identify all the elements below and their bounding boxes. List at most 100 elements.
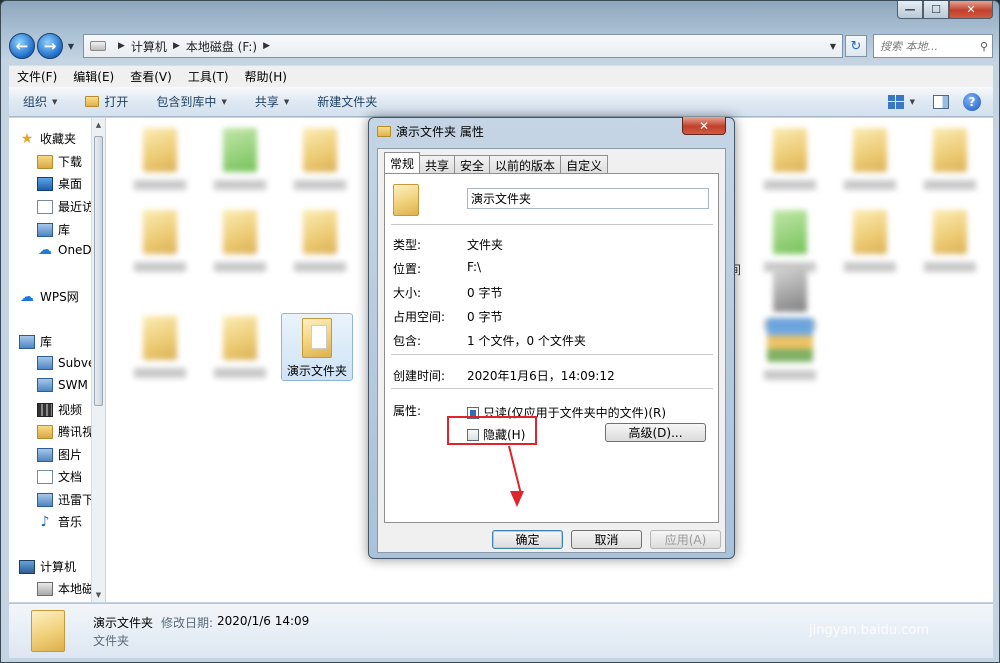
- file-item[interactable]: [918, 210, 982, 272]
- menu-edit[interactable]: 编辑(E): [65, 68, 122, 85]
- sidebar-item-documents[interactable]: 文档: [37, 468, 82, 485]
- back-arrow-icon[interactable]: ←: [9, 33, 35, 59]
- breadcrumb-separator-icon[interactable]: ▶: [263, 41, 270, 51]
- file-icon: [773, 210, 807, 254]
- sidebar-item-library-fav[interactable]: 库: [37, 221, 70, 238]
- chevron-down-icon: ▼: [52, 97, 58, 106]
- breadcrumb-separator-icon[interactable]: ▶: [118, 41, 125, 51]
- sidebar-item-swm[interactable]: SWM: [37, 378, 88, 392]
- folder-icon: [377, 126, 391, 137]
- library-icon: [37, 492, 53, 507]
- forward-arrow-icon[interactable]: →: [37, 33, 63, 59]
- file-item[interactable]: [208, 316, 272, 378]
- file-item[interactable]: [838, 210, 902, 272]
- preview-pane-icon[interactable]: [933, 94, 949, 109]
- scroll-down-icon[interactable]: ▼: [92, 588, 105, 602]
- file-item[interactable]: [758, 128, 822, 190]
- sidebar-item-libraries[interactable]: 库: [19, 333, 52, 350]
- file-icon: [773, 268, 807, 312]
- close-window-button[interactable]: ✕: [949, 1, 993, 19]
- sidebar-item-tencent-video[interactable]: 腾讯视: [37, 423, 94, 440]
- search-input[interactable]: 搜索 本地... ⚲: [873, 34, 993, 58]
- minimize-button[interactable]: —: [897, 1, 923, 19]
- dialog-close-button[interactable]: ✕: [682, 117, 726, 135]
- image-icon: [767, 318, 813, 362]
- file-item[interactable]: [128, 210, 192, 272]
- sidebar-item-onedrive[interactable]: ☁ OneD: [37, 243, 92, 257]
- contains-value: 1 个文件，0 个文件夹: [467, 334, 586, 348]
- folder-name-field[interactable]: 演示文件夹: [467, 188, 709, 209]
- chevron-down-icon: ▼: [283, 97, 290, 106]
- folder-icon: [773, 128, 807, 172]
- file-item[interactable]: [208, 128, 272, 190]
- menu-file[interactable]: 文件(F): [9, 68, 65, 85]
- file-item[interactable]: [128, 316, 192, 378]
- tab-security[interactable]: 安全: [454, 155, 491, 174]
- breadcrumb-separator-icon[interactable]: ▶: [173, 41, 180, 51]
- sidebar-item-music[interactable]: ♪ 音乐: [37, 513, 82, 530]
- dialog-body: 常规 共享 安全 以前的版本 自定义 演示文件夹 类型: 文件夹 位置: F:\…: [377, 148, 726, 553]
- sidebar-item-recent[interactable]: 最近访: [37, 198, 94, 215]
- picture-icon: [37, 447, 53, 462]
- file-item[interactable]: [128, 128, 192, 190]
- sidebar-item-favorites[interactable]: ★ 收藏夹: [19, 130, 76, 147]
- organize-button[interactable]: 组织 ▼: [9, 93, 71, 110]
- location-value: F:\: [467, 260, 482, 274]
- menu-help[interactable]: 帮助(H): [237, 68, 295, 85]
- tab-previous-versions[interactable]: 以前的版本: [489, 155, 562, 174]
- sidebar-item-videos[interactable]: 视频: [37, 401, 82, 418]
- folder-icon: [853, 210, 887, 254]
- file-item[interactable]: [758, 318, 822, 380]
- dialog-title: 演示文件夹 属性: [396, 125, 484, 139]
- menu-tools[interactable]: 工具(T): [180, 68, 237, 85]
- address-bar[interactable]: ▶ 计算机 ▶ 本地磁盘 (F:) ▶ ▼: [83, 34, 843, 58]
- history-dropdown-icon[interactable]: ▼: [65, 42, 77, 51]
- apply-button[interactable]: 应用(A): [650, 530, 721, 549]
- open-button[interactable]: 打开: [71, 93, 142, 110]
- file-item[interactable]: [288, 128, 352, 190]
- breadcrumb-local-disk[interactable]: 本地磁盘 (F:): [186, 38, 257, 55]
- sidebar-item-downloads[interactable]: 下载: [37, 153, 82, 170]
- contains-label: 包含:: [393, 334, 422, 348]
- library-icon: [37, 356, 53, 370]
- file-item[interactable]: [838, 128, 902, 190]
- file-item[interactable]: [288, 210, 352, 272]
- address-dropdown-icon[interactable]: ▼: [824, 42, 842, 51]
- help-icon[interactable]: ?: [963, 92, 981, 111]
- file-item[interactable]: [208, 210, 272, 272]
- tab-customize[interactable]: 自定义: [560, 155, 609, 174]
- tab-general[interactable]: 常规: [384, 152, 421, 174]
- folder-icon: [223, 210, 257, 254]
- sidebar-item-subve[interactable]: Subve: [37, 356, 95, 370]
- recent-icon: [37, 199, 53, 214]
- search-icon[interactable]: ⚲: [980, 40, 988, 53]
- view-dropdown-icon[interactable]: ▼: [910, 98, 915, 106]
- cancel-button[interactable]: 取消: [571, 530, 642, 549]
- sidebar-item-computer[interactable]: 计算机: [19, 558, 76, 575]
- selected-folder-item[interactable]: 演示文件夹: [281, 313, 353, 381]
- scroll-thumb[interactable]: [94, 136, 103, 406]
- sidebar-item-wps[interactable]: ☁ WPS网: [19, 288, 79, 305]
- sidebar-item-local-disk[interactable]: 本地磁: [37, 580, 94, 597]
- refresh-icon[interactable]: ↻: [845, 35, 867, 57]
- new-folder-button[interactable]: 新建文件夹: [303, 93, 391, 110]
- breadcrumb-computer[interactable]: 计算机: [131, 38, 167, 55]
- ok-button[interactable]: 确定: [492, 530, 563, 549]
- tab-sharing[interactable]: 共享: [419, 155, 456, 174]
- menu-view[interactable]: 查看(V): [122, 68, 180, 85]
- change-view-icon[interactable]: [887, 94, 904, 109]
- file-item[interactable]: [758, 210, 822, 272]
- advanced-button[interactable]: 高级(D)...: [605, 423, 706, 442]
- drive-icon: [37, 581, 53, 596]
- include-library-button[interactable]: 包含到库中 ▼: [142, 93, 240, 110]
- share-button[interactable]: 共享 ▼: [241, 93, 303, 110]
- maximize-button[interactable]: ☐: [923, 1, 949, 19]
- file-item[interactable]: [918, 128, 982, 190]
- sidebar-item-pictures[interactable]: 图片: [37, 446, 82, 463]
- document-icon: [37, 469, 53, 484]
- sidebar-item-thunder[interactable]: 迅雷下: [37, 491, 94, 508]
- folder-icon: [302, 318, 332, 358]
- scroll-up-icon[interactable]: ▲: [92, 118, 105, 132]
- sidebar-item-desktop[interactable]: 桌面: [37, 175, 82, 192]
- nav-scrollbar[interactable]: ▲ ▼: [91, 118, 105, 602]
